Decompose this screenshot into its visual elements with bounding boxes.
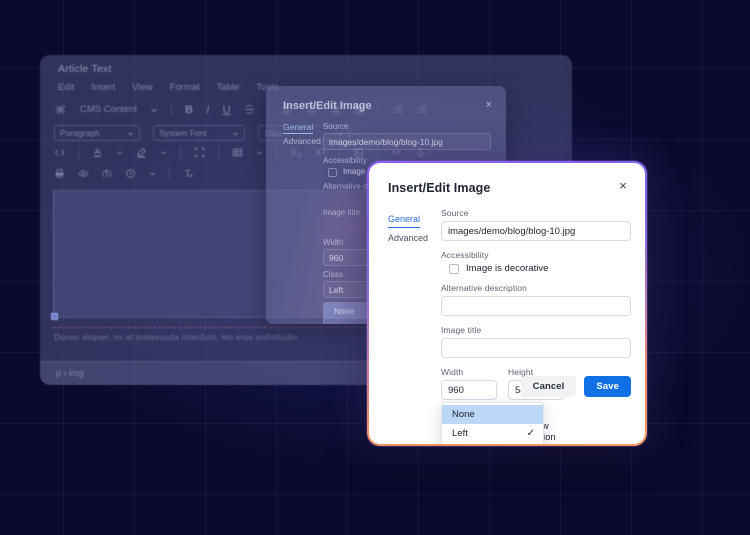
dropdown-item-label: None (452, 409, 475, 420)
width-label: Width (441, 367, 464, 377)
cancel-button[interactable]: Cancel (520, 376, 577, 397)
image-title-field-group: Image title (441, 325, 631, 358)
close-icon[interactable]: × (486, 99, 492, 111)
menu-item-format[interactable]: Format (170, 82, 200, 93)
background-source-label: Source (323, 122, 349, 131)
close-icon[interactable]: × (615, 177, 631, 193)
clear-formatting-icon[interactable] (183, 168, 194, 179)
paragraph-select[interactable]: Paragraph (54, 125, 140, 141)
background-tab-general[interactable]: General (283, 122, 314, 134)
toolbar-divider (168, 167, 170, 180)
insert-edit-image-dialog: Insert/Edit Image × General Advanced Sou… (367, 161, 647, 446)
decorative-checkbox[interactable] (449, 263, 459, 274)
chevron-down-icon (127, 130, 134, 137)
background-dialog-title: Insert/Edit Image (283, 100, 372, 112)
background-class-label: Class (323, 270, 344, 279)
underline-icon[interactable]: U (223, 104, 231, 116)
source-label: Source (441, 208, 469, 218)
check-icon: ✓ (526, 428, 535, 439)
decorative-checkbox-row[interactable]: Image is decorative (441, 263, 631, 274)
alt-input[interactable] (441, 296, 631, 316)
table-icon[interactable] (232, 147, 243, 158)
element-path[interactable]: p › img (56, 368, 84, 378)
toolbar-divider (180, 146, 181, 159)
background-width-label: Width (323, 238, 344, 247)
class-dropdown-list[interactable]: None Left ✓ Right Center (441, 402, 544, 444)
toolbar-divider (218, 146, 219, 159)
source-input[interactable]: images/demo/blog/blog-10.jpg (441, 221, 631, 241)
dropdown-item-label: Left (452, 428, 468, 439)
background-image-title-label: Image title (323, 208, 360, 217)
strikethrough-icon[interactable] (244, 104, 255, 115)
background-tab-advanced[interactable]: Advanced (283, 136, 321, 146)
tab-general[interactable]: General (388, 212, 421, 228)
highlight-color-icon[interactable] (136, 147, 147, 158)
alt-field-group: Alternative description (441, 283, 631, 316)
text-color-icon[interactable] (92, 147, 103, 158)
joomla-icon (54, 103, 67, 116)
width-input[interactable]: 960 (441, 380, 497, 400)
special-character-icon[interactable]: (¶) (102, 169, 112, 178)
dialog-title: Insert/Edit Image (388, 181, 491, 195)
cms-content-button[interactable]: CMS Content (80, 104, 137, 115)
toolbar-divider (171, 103, 173, 116)
preview-icon[interactable] (78, 168, 89, 179)
decorative-label: Image is decorative (466, 263, 549, 274)
tab-advanced[interactable]: Advanced (388, 233, 428, 243)
screenshot-stage: Article Text Edit Insert View Format Tab… (0, 0, 750, 535)
save-button[interactable]: Save (584, 376, 631, 397)
background-source-input[interactable]: images/demo/blog/blog-10.jpg (323, 133, 491, 150)
dropdown-item-left[interactable]: Left ✓ (442, 424, 543, 443)
alt-label: Alternative description (441, 283, 527, 293)
width-field-group: Width 960 (441, 367, 497, 400)
background-accessibility-label: Accessibility (323, 156, 367, 165)
dropdown-item-none[interactable]: None (442, 405, 543, 424)
accessibility-label: Accessibility (441, 250, 489, 260)
editor-toolbar-row-4[interactable]: (¶) (54, 167, 194, 180)
print-icon[interactable] (54, 168, 65, 179)
chevron-down-icon[interactable] (160, 149, 167, 156)
italic-icon[interactable]: I (206, 104, 210, 116)
dialog-actions: Cancel Save (520, 376, 631, 397)
image-title-label: Image title (441, 325, 482, 335)
source-field-group: Source images/demo/blog/blog-10.jpg (441, 208, 631, 241)
font-family-select[interactable]: System Font (153, 125, 245, 141)
dropdown-item-right[interactable]: Right (442, 443, 543, 444)
chevron-down-icon (232, 130, 239, 137)
bold-icon[interactable]: B (185, 104, 193, 116)
toolbar-divider (78, 146, 79, 159)
chevron-down-icon[interactable] (149, 170, 156, 177)
image-resize-handle[interactable] (51, 313, 58, 320)
chevron-down-icon[interactable] (150, 106, 158, 114)
menu-item-insert[interactable]: Insert (91, 82, 115, 93)
chevron-down-icon[interactable] (256, 149, 263, 156)
chevron-down-icon[interactable] (116, 149, 123, 156)
menu-item-edit[interactable]: Edit (58, 82, 74, 93)
menu-item-view[interactable]: View (132, 82, 152, 93)
image-title-input[interactable] (441, 338, 631, 358)
fullscreen-icon[interactable] (194, 147, 205, 158)
editor-title: Article Text (58, 63, 112, 75)
history-icon[interactable] (125, 168, 136, 179)
background-decorative-checkbox[interactable] (328, 168, 337, 177)
dialog-tabs[interactable]: General Advanced (388, 209, 428, 246)
source-code-icon[interactable] (54, 147, 65, 158)
editor-menubar[interactable]: Edit Insert View Format Table Tools (58, 82, 279, 93)
menu-item-table[interactable]: Table (217, 82, 240, 93)
